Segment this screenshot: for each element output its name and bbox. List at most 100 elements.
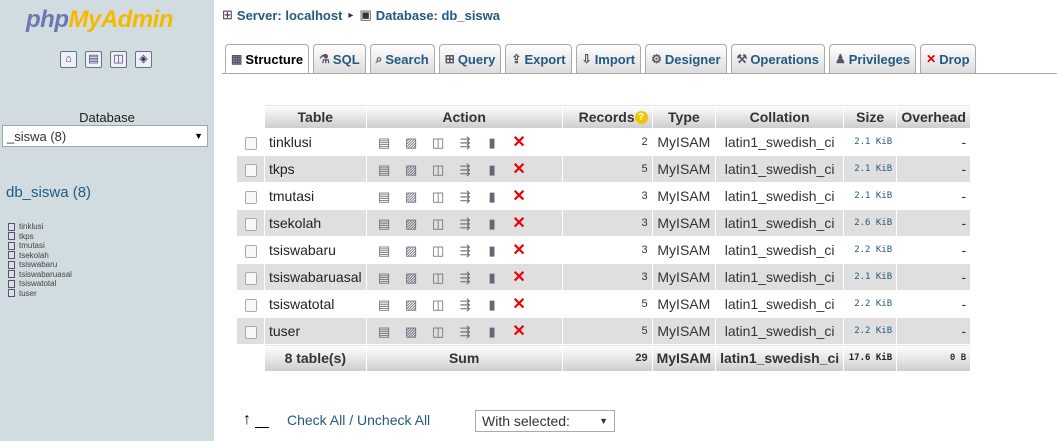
table-name-link[interactable]: tkps [264,155,367,183]
header-table[interactable]: Table [264,104,367,129]
search-icon[interactable]: ◫ [425,243,452,259]
tab-import[interactable]: ⇩ Import [575,44,642,73]
empty-icon[interactable]: ▮ [479,189,506,205]
breadcrumb-database[interactable]: Database: db_siswa [376,8,500,23]
drop-icon[interactable]: ✕ [506,321,533,341]
database-select[interactable]: _siswa (8) ▼ [2,125,208,147]
insert-icon[interactable]: ⇶ [452,216,479,232]
row-size[interactable]: 2.1 KiB [843,263,898,291]
drop-icon[interactable]: ✕ [506,159,533,179]
browse-icon[interactable]: ▤ [371,135,398,151]
header-collation[interactable]: Collation [715,104,845,129]
row-checkbox[interactable] [244,190,257,204]
nav-table-label[interactable]: tsiswatotal [19,279,56,288]
database-link[interactable]: db_siswa (8) [6,184,91,201]
structure-icon[interactable]: ▨ [398,162,425,178]
row-size[interactable]: 2.2 KiB [843,236,898,264]
search-icon[interactable]: ◫ [425,297,452,313]
search-icon[interactable]: ◫ [425,162,452,178]
row-size[interactable]: 2.2 KiB [843,317,898,345]
nav-table-item[interactable]: tsiswabaruasal [8,270,72,280]
table-icon[interactable] [8,270,15,279]
search-icon[interactable]: ◫ [425,270,452,286]
header-overhead[interactable]: Overhead [896,104,972,129]
drop-icon[interactable]: ✕ [506,132,533,152]
insert-icon[interactable]: ⇶ [452,270,479,286]
structure-icon[interactable]: ▨ [398,297,425,313]
tab-sql[interactable]: ⚗ SQL [313,44,366,73]
table-icon[interactable] [8,289,15,298]
hint-icon[interactable]: ? [634,111,648,125]
nav-table-item[interactable]: tsiswatotal [8,279,72,289]
nav-table-label[interactable]: tinklusi [19,222,43,231]
browse-icon[interactable]: ▤ [371,216,398,232]
drop-icon[interactable]: ✕ [506,267,533,287]
row-size[interactable]: 2.1 KiB [843,182,898,210]
nav-table-item[interactable]: tkps [8,232,72,242]
drop-icon[interactable]: ✕ [506,240,533,260]
tab-drop[interactable]: ✕ Drop [920,44,976,73]
row-checkbox[interactable] [244,217,257,231]
structure-icon[interactable]: ▨ [398,243,425,259]
table-icon[interactable] [8,251,15,260]
empty-icon[interactable]: ▮ [479,270,506,286]
header-size[interactable]: Size [843,104,898,129]
nav-table-label[interactable]: tsiswabaru [19,260,57,269]
search-icon[interactable]: ◫ [425,189,452,205]
check-all-link[interactable]: Check All / Uncheck All [287,412,430,428]
row-checkbox[interactable] [244,136,257,150]
insert-icon[interactable]: ⇶ [452,162,479,178]
nav-table-item[interactable]: tmutasi [8,241,72,251]
tab-structure[interactable]: ▦ Structure [225,44,310,73]
header-type[interactable]: Type [651,104,717,129]
row-size[interactable]: 2.1 KiB [843,155,898,183]
with-selected-dropdown[interactable]: With selected: ▼ [475,410,615,432]
settings-icon[interactable]: ◈ [135,51,152,68]
browse-icon[interactable]: ▤ [371,189,398,205]
tab-export[interactable]: ⇪ Export [505,44,572,73]
insert-icon[interactable]: ⇶ [452,135,479,151]
table-name-link[interactable]: tsiswabaruasal [264,263,367,291]
nav-table-label[interactable]: tkps [19,232,34,241]
sql-icon[interactable]: ▤ [85,51,102,68]
nav-table-item[interactable]: tinklusi [8,222,72,232]
structure-icon[interactable]: ▨ [398,189,425,205]
structure-icon[interactable]: ▨ [398,216,425,232]
nav-table-item[interactable]: tsekolah [8,251,72,261]
drop-icon[interactable]: ✕ [506,213,533,233]
insert-icon[interactable]: ⇶ [452,297,479,313]
tab-operations[interactable]: ⚒ Operations [730,44,825,73]
table-icon[interactable] [8,260,15,269]
row-size[interactable]: 2.2 KiB [843,290,898,318]
table-name-link[interactable]: tuser [264,317,367,345]
structure-icon[interactable]: ▨ [398,270,425,286]
table-icon[interactable] [8,232,15,241]
tab-query[interactable]: ⊞ Query [438,44,502,73]
row-checkbox[interactable] [244,325,257,339]
structure-icon[interactable]: ▨ [398,135,425,151]
search-icon[interactable]: ◫ [425,216,452,232]
row-checkbox[interactable] [244,271,257,285]
phpmyadmin-logo[interactable]: phpMyAdmin [26,6,174,34]
table-icon[interactable] [8,241,15,250]
empty-icon[interactable]: ▮ [479,216,506,232]
browse-icon[interactable]: ▤ [371,162,398,178]
header-records[interactable]: Records? [561,104,653,129]
table-name-link[interactable]: tinklusi [264,128,367,156]
browse-icon[interactable]: ▤ [371,270,398,286]
empty-icon[interactable]: ▮ [479,297,506,313]
empty-icon[interactable]: ▮ [479,135,506,151]
breadcrumb-server[interactable]: Server: localhost [237,8,343,23]
empty-icon[interactable]: ▮ [479,324,506,340]
nav-table-label[interactable]: tmutasi [19,241,45,250]
tab-search[interactable]: ⌕ Search [369,44,435,73]
nav-table-item[interactable]: tuser [8,289,72,299]
nav-table-label[interactable]: tuser [19,289,37,298]
home-icon[interactable]: ⌂ [60,51,77,68]
empty-icon[interactable]: ▮ [479,243,506,259]
table-icon[interactable] [8,279,15,288]
insert-icon[interactable]: ⇶ [452,324,479,340]
browse-icon[interactable]: ▤ [371,243,398,259]
drop-icon[interactable]: ✕ [506,294,533,314]
insert-icon[interactable]: ⇶ [452,189,479,205]
